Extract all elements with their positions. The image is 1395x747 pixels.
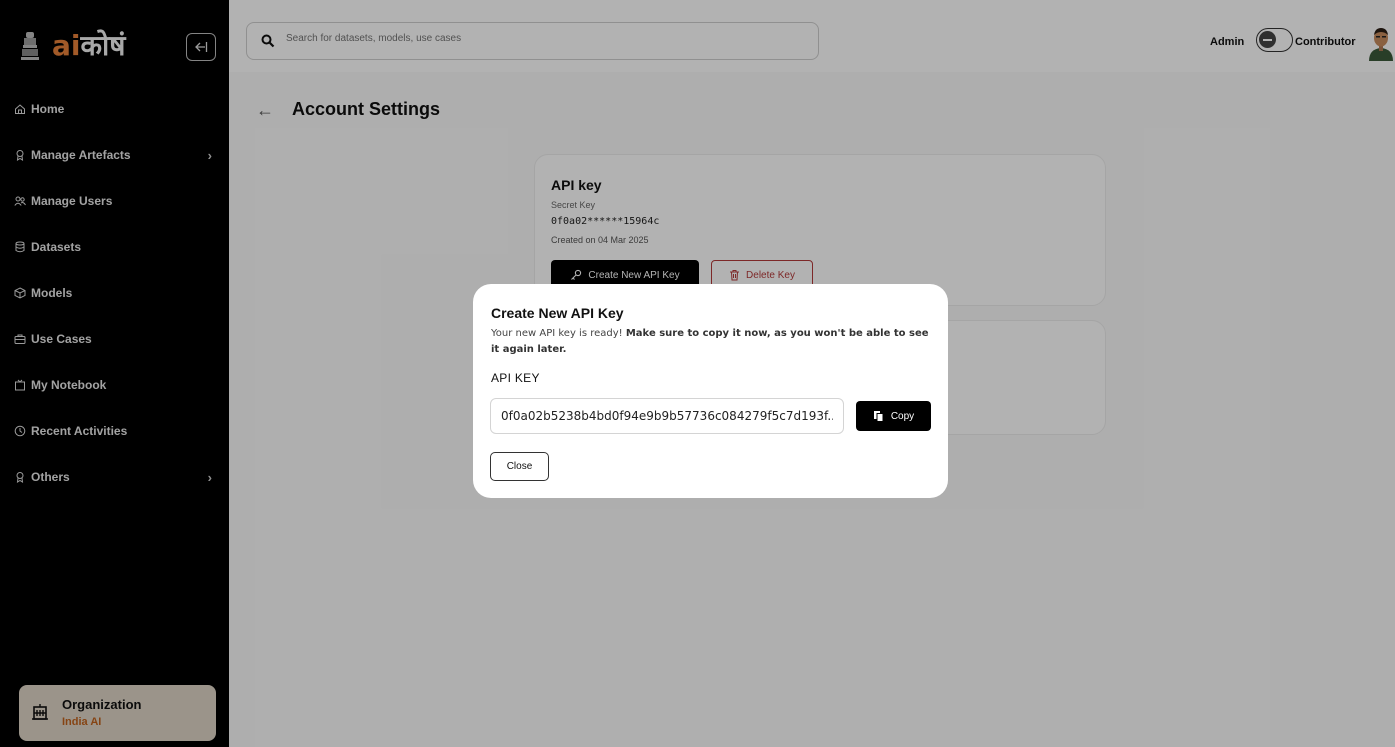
copy-icon [873,411,884,422]
modal-title: Create New API Key [491,305,624,321]
modal-description: Your new API key is ready! Make sure to … [491,326,935,358]
create-api-key-modal: Create New API Key Your new API key is r… [473,284,948,498]
close-label: Close [506,461,533,472]
api-key-field-label: API KEY [491,371,540,385]
api-key-field[interactable] [490,398,844,434]
modal-desc-plain: Your new API key is ready! [491,328,626,339]
copy-label: Copy [890,410,915,422]
close-button[interactable]: Close [490,452,549,481]
copy-button[interactable]: Copy [856,401,931,431]
